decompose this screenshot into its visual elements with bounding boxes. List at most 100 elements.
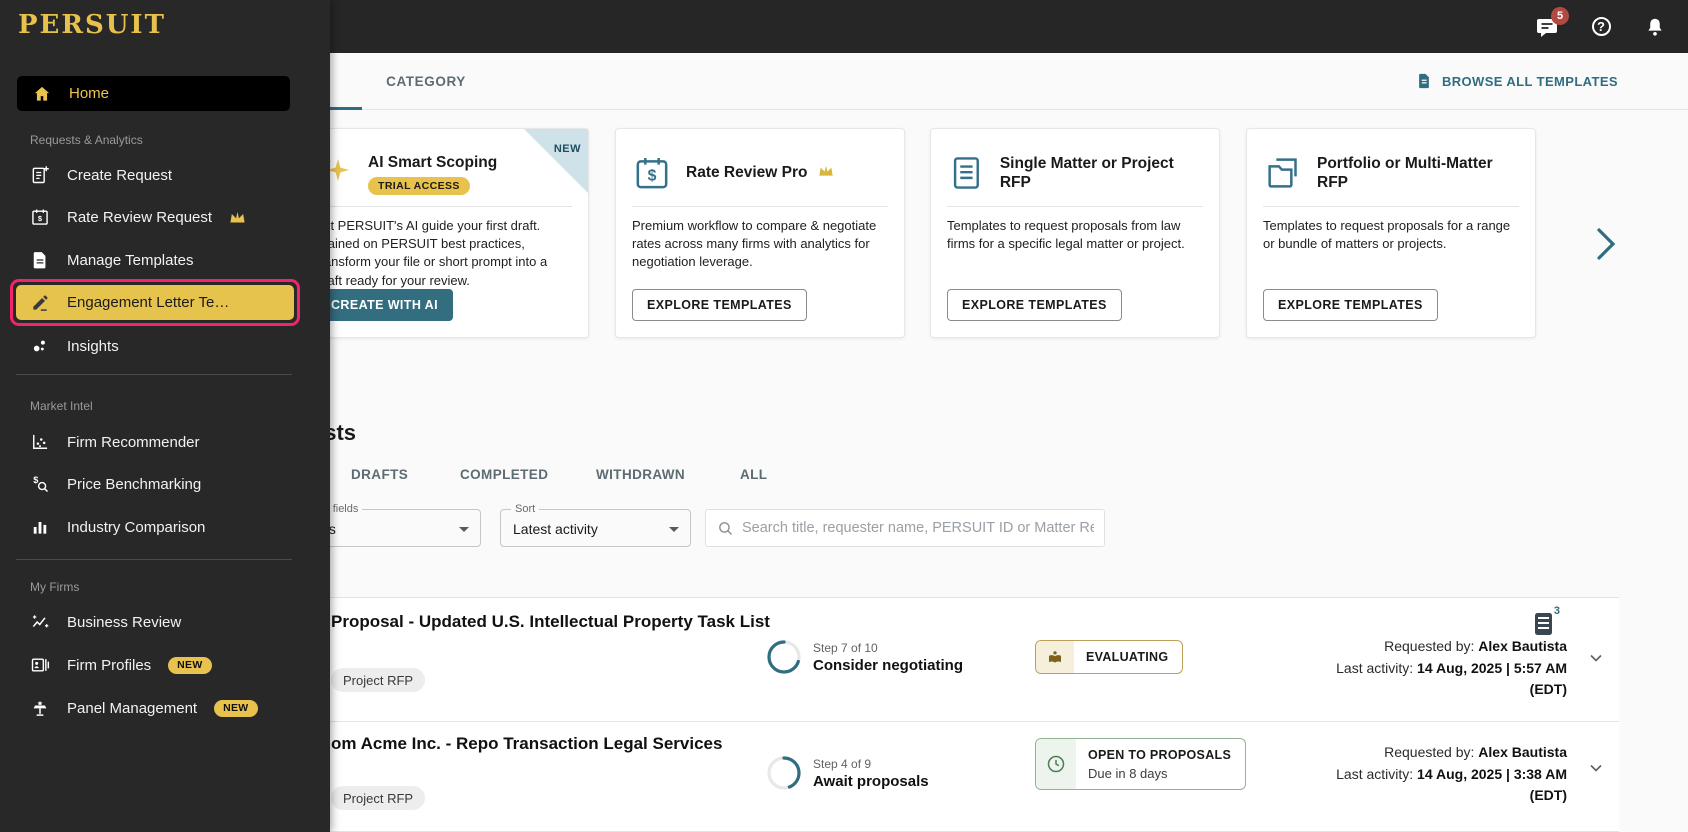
section-title-my-firms: My Firms [30, 580, 80, 594]
chevron-down-icon [1590, 764, 1602, 772]
requests-tab-completed[interactable]: COMPLETED [460, 467, 548, 482]
step-count: Step 4 of 9 [813, 756, 872, 771]
request-row[interactable]: om Acme Inc. - Repo Transaction Legal Se… [300, 722, 1619, 832]
chat-unread-badge: 5 [1551, 6, 1569, 25]
chat-button[interactable]: 5 [1534, 6, 1569, 40]
evaluating-icon [1049, 651, 1061, 663]
timezone: (EDT) [1529, 787, 1567, 803]
card-single-matter-rfp: Single Matter or Project RFP Templates t… [930, 128, 1220, 338]
sidebar-item-label: Rate Review Request [67, 208, 213, 226]
sidebar-item-engagement-letter-templates[interactable]: Engagement Letter Te… [16, 285, 294, 320]
sidebar-item-label: Firm Recommender [67, 433, 200, 451]
status-due: Due in 8 days [1088, 765, 1168, 781]
proposals-count: 3 [1553, 605, 1560, 617]
requester-name: Alex Bautista [1478, 744, 1567, 760]
carousel-next-button[interactable] [1588, 224, 1624, 264]
sidebar-item-create-request[interactable]: Create Request [30, 165, 172, 185]
price-benchmarking-icon: $ [33, 475, 49, 493]
sidebar-item-insights[interactable]: Insights [30, 336, 119, 356]
home-icon [34, 86, 50, 101]
card-portfolio-rfp: Portfolio or Multi-Matter RFP Templates … [1246, 128, 1536, 338]
section-title-requests-analytics: Requests & Analytics [30, 133, 143, 147]
sidebar-item-label: Firm Profiles [67, 656, 152, 674]
svg-text:$: $ [38, 214, 43, 223]
sidebar-item-business-review[interactable]: Business Review [30, 612, 181, 632]
sidebar-item-firm-recommender[interactable]: Firm Recommender [30, 432, 200, 452]
browse-all-templates-button[interactable]: BROWSE ALL TEMPLATES [1415, 53, 1618, 109]
tab-category[interactable]: CATEGORY [384, 53, 468, 109]
status-badge-evaluating: EVALUATING [1035, 640, 1184, 674]
clock-icon [1047, 755, 1065, 773]
explore-templates-button[interactable]: EXPLORE TEMPLATES [947, 289, 1122, 321]
document-icon [1419, 73, 1429, 89]
sidebar-item-label: Business Review [67, 613, 182, 631]
divider [947, 206, 1203, 207]
insights-icon [33, 340, 45, 352]
divider [16, 374, 292, 375]
search-input[interactable] [706, 510, 1104, 546]
chevron-down-icon [669, 527, 679, 532]
proposals-count-icon[interactable]: 3 [1535, 605, 1560, 635]
engagement-letter-icon [33, 294, 48, 311]
progress-ring [767, 640, 801, 674]
create-request-icon [32, 166, 49, 184]
sidebar-item-panel-management[interactable]: Panel Management NEW [30, 698, 258, 718]
tab-category-label: CATEGORY [386, 73, 466, 89]
crown-icon [819, 165, 833, 176]
sidebar-item-label: Insights [67, 337, 119, 355]
last-activity: 14 Aug, 2025 | 3:38 AM [1417, 765, 1567, 782]
manage-templates-icon [33, 252, 46, 269]
sidebar: PERSUIT Home Requests & Analytics Create… [0, 0, 330, 832]
svg-text:$: $ [33, 475, 38, 485]
step-status: Consider negotiating [813, 656, 963, 674]
create-with-ai-button[interactable]: CREATE WITH AI [316, 289, 453, 321]
sort-select[interactable]: Sort Latest activity [500, 503, 691, 547]
chevron-down-icon [1590, 654, 1602, 662]
requests-list: Proposal - Updated U.S. Intellectual Pro… [300, 597, 1619, 832]
request-type-chip: Project RFP [331, 668, 426, 692]
card-description: Templates to request proposals from law … [947, 218, 1185, 252]
explore-templates-button[interactable]: EXPLORE TEMPLATES [632, 289, 807, 321]
timezone: (EDT) [1529, 681, 1567, 697]
crown-icon [230, 211, 245, 222]
request-title: Proposal - Updated U.S. Intellectual Pro… [331, 612, 770, 631]
divider [632, 206, 888, 207]
new-badge: NEW [214, 699, 258, 717]
sidebar-item-price-benchmarking[interactable]: $ Price Benchmarking [30, 474, 201, 494]
divider [316, 206, 572, 207]
sidebar-item-label: Home [69, 85, 110, 102]
sidebar-item-home[interactable]: Home [17, 76, 290, 111]
requests-tab-drafts[interactable]: DRAFTS [351, 467, 408, 482]
progress-ring [767, 756, 801, 790]
sidebar-item-firm-profiles[interactable]: Firm Profiles NEW [30, 655, 212, 675]
expand-row-button[interactable] [1586, 648, 1606, 673]
notifications-button[interactable] [1642, 14, 1668, 40]
last-activity: 14 Aug, 2025 | 5:57 AM [1417, 659, 1567, 676]
requester-name: Alex Bautista [1478, 638, 1567, 654]
card-title: Rate Review Pro [686, 163, 834, 182]
expand-row-button[interactable] [1586, 758, 1606, 783]
card-description: Templates to request proposals for a ran… [1263, 218, 1511, 252]
chevron-right-icon [1597, 228, 1616, 260]
sidebar-item-label: Price Benchmarking [67, 475, 202, 493]
sidebar-item-label: Manage Templates [67, 251, 194, 269]
explore-templates-button[interactable]: EXPLORE TEMPLATES [1263, 289, 1438, 321]
chevron-down-icon [459, 527, 469, 532]
requests-tab-withdrawn[interactable]: WITHDRAWN [596, 467, 685, 482]
requests-tab-all[interactable]: ALL [740, 467, 767, 482]
sidebar-item-label: Engagement Letter Te… [67, 294, 230, 311]
status-badge-open: OPEN TO PROPOSALS Due in 8 days [1035, 738, 1247, 790]
document-lines-icon [953, 157, 979, 189]
svg-text:$: $ [648, 168, 657, 185]
sidebar-item-rate-review-request[interactable]: $ Rate Review Request [30, 207, 246, 227]
sidebar-item-industry-comparison[interactable]: Industry Comparison [30, 517, 205, 537]
help-button[interactable]: ? [1588, 14, 1614, 40]
card-title: AI Smart Scoping [368, 154, 498, 171]
request-row[interactable]: Proposal - Updated U.S. Intellectual Pro… [300, 598, 1619, 722]
requests-search [705, 509, 1105, 547]
status-label: OPEN TO PROPOSALS [1088, 747, 1232, 762]
sidebar-item-label: Create Request [67, 166, 173, 184]
sort-value: Latest activity [513, 521, 598, 537]
business-review-icon [32, 615, 49, 628]
sidebar-item-manage-templates[interactable]: Manage Templates [30, 250, 193, 270]
